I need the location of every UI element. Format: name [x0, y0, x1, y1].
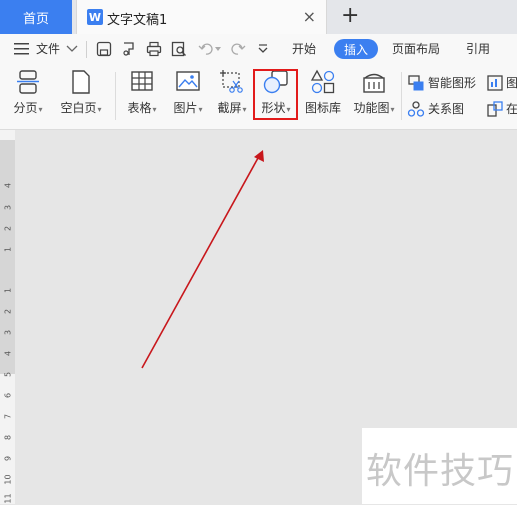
watermark-box: 软件技巧 — [362, 428, 517, 504]
watermark-text: 软件技巧 — [366, 451, 515, 492]
